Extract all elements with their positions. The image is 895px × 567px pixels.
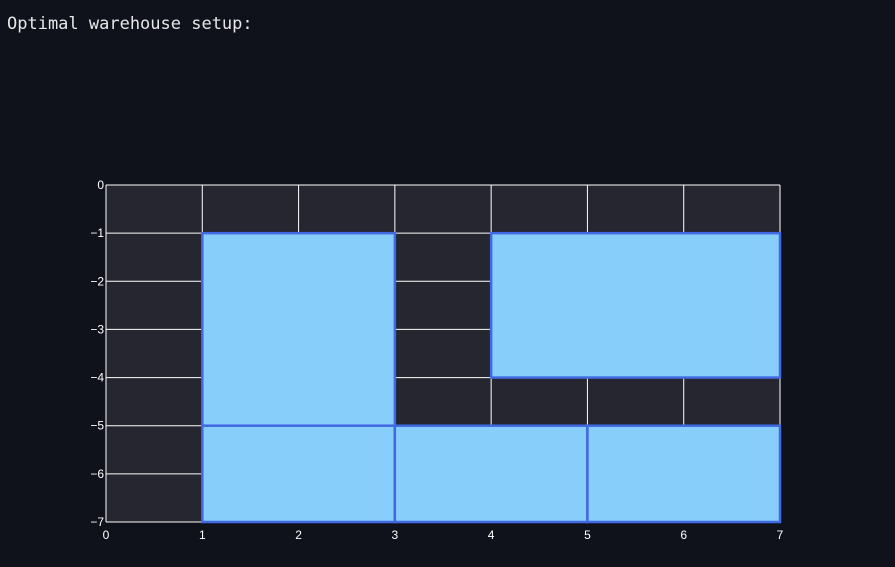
y-tick-label: 0 — [97, 178, 104, 192]
x-tick-label: 4 — [488, 528, 495, 542]
warehouse-blocks — [201, 231, 782, 524]
y-tick-label: −4 — [90, 371, 104, 385]
x-axis-ticks: 0 1 2 3 4 5 6 7 — [103, 528, 784, 542]
x-tick-label: 5 — [584, 528, 591, 542]
y-tick-label: −1 — [90, 226, 104, 240]
x-tick-label: 0 — [103, 528, 110, 542]
y-tick-label: −2 — [90, 274, 104, 288]
warehouse-block-2 — [489, 231, 782, 379]
x-tick-label: 6 — [680, 528, 687, 542]
y-tick-label: −5 — [90, 419, 104, 433]
y-tick-label: −3 — [90, 322, 104, 336]
y-tick-label: −6 — [90, 467, 104, 481]
warehouse-block-4 — [393, 424, 589, 524]
x-tick-label: 7 — [777, 528, 784, 542]
y-tick-label: −7 — [90, 515, 104, 529]
x-tick-label: 2 — [295, 528, 302, 542]
warehouse-block-1 — [201, 231, 397, 427]
warehouse-layout-chart: 0 1 2 3 4 5 6 7 0 −1 −2 −3 −4 −5 −6 −7 — [90, 178, 784, 542]
x-tick-label: 3 — [392, 528, 399, 542]
warehouse-block-5 — [586, 424, 782, 524]
x-tick-label: 1 — [199, 528, 206, 542]
warehouse-block-3 — [201, 424, 397, 524]
y-axis-ticks: 0 −1 −2 −3 −4 −5 −6 −7 — [90, 178, 104, 529]
